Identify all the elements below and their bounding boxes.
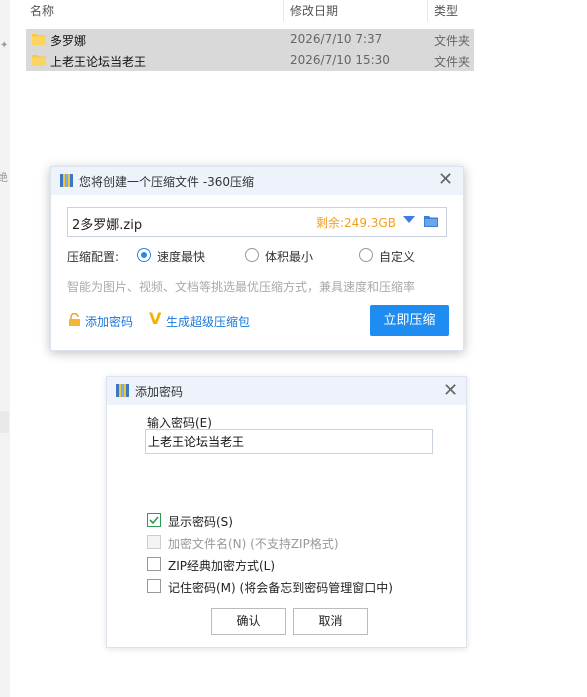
add-password-dialog: 添加密码 ✕ 输入密码(E) 上老王论坛当老王 显示密码(S) 加密文件名(N)…: [106, 376, 467, 648]
browse-folder-icon[interactable]: [424, 215, 438, 227]
config-label: 压缩配置:: [67, 250, 120, 264]
dialog-title-bar[interactable]: 您将创建一个压缩文件 -360压缩 ✕: [51, 167, 463, 195]
file-date: 2026/7/10 7:37: [290, 32, 383, 46]
show-password-checkbox[interactable]: [147, 513, 161, 527]
file-type: 文件夹: [434, 34, 471, 48]
radio-label: 自定义: [379, 250, 416, 264]
column-date[interactable]: 修改日期: [290, 2, 338, 19]
close-icon[interactable]: ✕: [438, 171, 453, 189]
password-value: 上老王论坛当老王: [148, 435, 245, 449]
file-row[interactable]: 多罗娜 2026/7/10 7:37 文件夹: [26, 29, 474, 50]
file-name: 上老王论坛当老王: [50, 55, 147, 69]
chevron-down-icon[interactable]: [403, 216, 415, 223]
cancel-button[interactable]: 取消: [293, 608, 368, 635]
column-divider[interactable]: [283, 0, 284, 22]
compress-hint: 智能为图片、视频、文档等挑选最优压缩方式，兼具速度和压缩率: [67, 280, 416, 294]
radio-custom[interactable]: [359, 248, 373, 262]
password-field[interactable]: 上老王论坛当老王: [145, 429, 433, 454]
confirm-button[interactable]: 确认: [211, 608, 286, 635]
file-date: 2026/7/10 15:30: [290, 53, 390, 67]
encrypt-filename-checkbox[interactable]: [147, 535, 161, 549]
add-password-link[interactable]: 添加密码: [85, 313, 133, 330]
file-type: 文件夹: [434, 55, 471, 69]
file-row[interactable]: 上老王论坛当老王 2026/7/10 15:30 文件夹: [26, 50, 474, 71]
close-icon[interactable]: ✕: [443, 382, 458, 400]
radio-size-smallest[interactable]: [245, 248, 259, 262]
start-compress-button[interactable]: 立即压缩: [370, 305, 449, 336]
file-name: 多罗娜: [50, 34, 87, 48]
folder-icon: [32, 34, 46, 45]
free-space-label: 剩余:249.3GB: [316, 216, 396, 230]
archive-app-icon: [60, 174, 73, 187]
file-list-header: 名称 修改日期 类型: [26, 0, 474, 22]
column-name[interactable]: 名称: [30, 2, 54, 19]
radio-label: 速度最快: [157, 250, 206, 264]
column-type[interactable]: 类型: [434, 2, 458, 19]
nav-selected-fragment: [0, 411, 9, 433]
super-v-icon: V: [149, 309, 162, 328]
folder-icon: [32, 55, 46, 66]
zip-classic-label: ZIP经典加密方式(L): [168, 559, 276, 573]
compress-dialog: 您将创建一个压缩文件 -360压缩 ✕ 2多罗娜.zip 剩余:249.3GB …: [50, 166, 464, 351]
encrypt-filename-label: 加密文件名(N) (不支持ZIP格式): [168, 537, 339, 551]
archive-app-icon: [116, 384, 129, 397]
check-icon: [149, 516, 159, 525]
archive-filename: 2多罗娜.zip: [72, 218, 143, 233]
explorer-nav-strip: [0, 0, 10, 697]
nav-item-fragment: 绝: [0, 171, 8, 184]
super-compress-link[interactable]: 生成超级压缩包: [166, 313, 250, 330]
archive-path-input[interactable]: 2多罗娜.zip 剩余:249.3GB: [67, 207, 447, 237]
lock-icon: [69, 313, 80, 326]
dialog-title: 您将创建一个压缩文件 -360压缩: [79, 175, 255, 189]
remember-password-checkbox[interactable]: [147, 579, 161, 593]
radio-label: 体积最小: [265, 250, 314, 264]
show-password-label: 显示密码(S): [168, 515, 233, 529]
pin-icon: ✦: [0, 40, 9, 51]
remember-password-label[interactable]: 记住密码(M) (将会备忘到密码管理窗口中): [168, 579, 393, 596]
zip-classic-checkbox[interactable]: [147, 557, 161, 571]
dialog-title: 添加密码: [135, 385, 184, 399]
radio-speed-fastest[interactable]: [137, 248, 151, 262]
dialog-title-bar[interactable]: 添加密码 ✕: [107, 377, 466, 405]
column-divider[interactable]: [427, 0, 428, 22]
